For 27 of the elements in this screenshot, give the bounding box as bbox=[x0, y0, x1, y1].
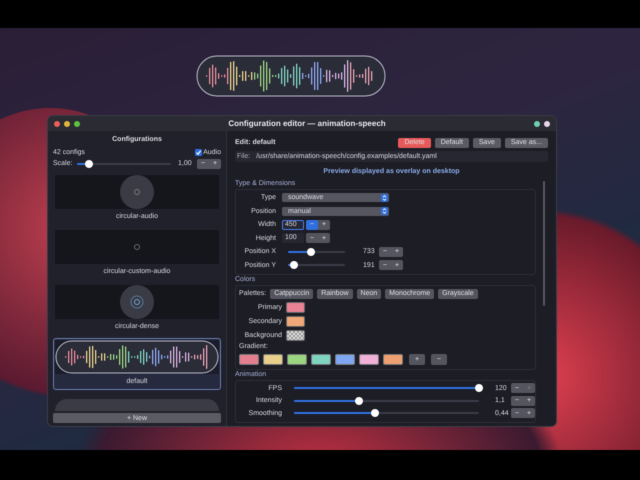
slider[interactable] bbox=[294, 400, 479, 402]
status-dot-icon bbox=[544, 120, 550, 126]
color-swatch[interactable] bbox=[286, 302, 305, 312]
gradient-swatch[interactable] bbox=[287, 354, 307, 365]
slider[interactable] bbox=[294, 412, 479, 414]
slider[interactable] bbox=[288, 264, 345, 266]
gradient-swatch[interactable] bbox=[383, 354, 403, 365]
checkbox[interactable] bbox=[195, 149, 202, 156]
dot-preview-icon bbox=[133, 243, 141, 251]
close-light-icon[interactable] bbox=[54, 120, 60, 126]
slider[interactable] bbox=[288, 250, 345, 253]
color-swatch[interactable] bbox=[286, 316, 305, 326]
transparent-swatch[interactable] bbox=[286, 330, 305, 340]
scrollbar[interactable] bbox=[543, 181, 545, 306]
gradient-swatch[interactable] bbox=[239, 354, 259, 365]
gradient-swatch[interactable] bbox=[359, 354, 379, 365]
zoom-light-icon[interactable] bbox=[74, 120, 80, 126]
circle-preview-icon bbox=[117, 175, 157, 209]
updown-arrows-icon bbox=[381, 207, 388, 216]
gradient-swatch[interactable] bbox=[263, 354, 283, 365]
minimize-light-icon[interactable] bbox=[64, 120, 70, 126]
gradient-swatch[interactable] bbox=[311, 354, 331, 365]
gradient-swatch[interactable] bbox=[335, 354, 355, 365]
rings-preview-icon bbox=[117, 285, 157, 319]
updown-arrows-icon bbox=[381, 194, 388, 202]
status-dot-icon bbox=[534, 120, 540, 126]
window-title: Configuration editor — animation-speech bbox=[227, 119, 387, 128]
